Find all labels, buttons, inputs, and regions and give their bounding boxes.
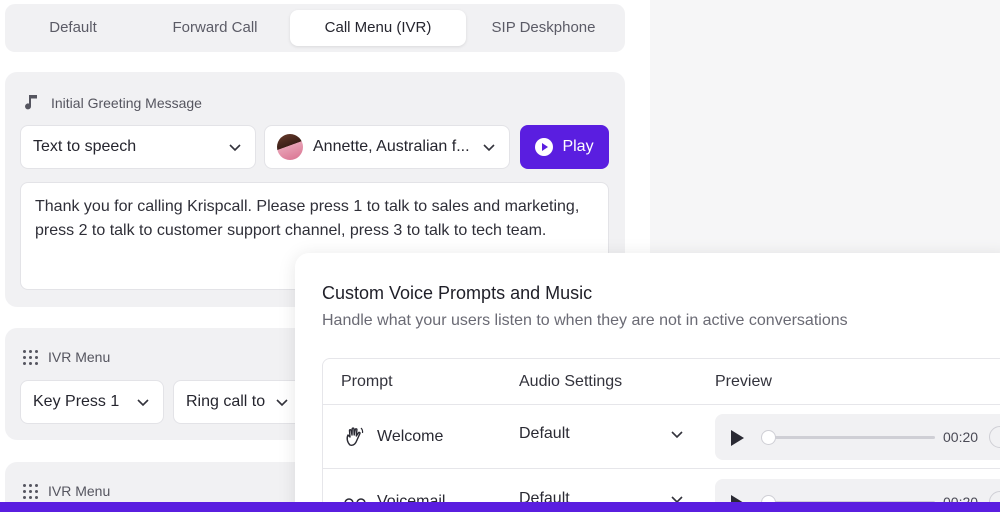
column-header-prompt: Prompt [341, 373, 393, 390]
waving-hand-icon [346, 427, 364, 446]
audio-progress-knob[interactable] [761, 430, 776, 445]
drag-handle-icon[interactable] [23, 349, 38, 365]
play-label: Play [562, 138, 594, 155]
column-header-audio-settings: Audio Settings [519, 373, 623, 390]
table-header: Prompt Audio Settings Preview [323, 359, 1000, 405]
voice-select[interactable]: Annette, Australian f... [264, 125, 510, 169]
chevron-down-icon [229, 144, 241, 152]
routing-tabs: Default Forward Call Call Menu (IVR) SIP… [5, 4, 625, 52]
audio-duration: 00:20 [943, 429, 979, 445]
drag-handle-icon[interactable] [23, 483, 38, 499]
ivr-menu-title: IVR Menu [48, 349, 111, 365]
audio-setting-select[interactable]: Default [519, 425, 685, 443]
panel-subtitle: Handle what your users listen to when th… [322, 312, 848, 329]
tab-forward-call[interactable]: Forward Call [145, 10, 285, 46]
ivr-menu-title: IVR Menu [48, 483, 111, 499]
chevron-down-icon [671, 431, 683, 439]
greeting-title: Initial Greeting Message [51, 95, 202, 111]
chevron-down-icon [483, 144, 495, 152]
audio-progress-track[interactable] [761, 430, 935, 445]
key-press-value: Key Press 1 [33, 393, 120, 410]
ivr-menu-header: IVR Menu [23, 483, 110, 499]
more-options-icon[interactable] [989, 426, 1000, 448]
prompts-table: Prompt Audio Settings Preview Welcome De… [322, 358, 1000, 512]
panel-title: Custom Voice Prompts and Music [322, 283, 593, 303]
key-press-select[interactable]: Key Press 1 [20, 380, 164, 424]
prompt-cell: Welcome [343, 425, 443, 449]
accent-bar [0, 502, 1000, 512]
custom-voice-prompts-panel: Custom Voice Prompts and Music Handle wh… [295, 253, 1000, 512]
chevron-down-icon [276, 399, 288, 407]
play-icon[interactable] [731, 430, 744, 446]
ivr-action-select[interactable]: Ring call to [173, 380, 303, 424]
tab-sip-deskphone[interactable]: SIP Deskphone [471, 10, 616, 46]
greeting-mode-value: Text to speech [33, 138, 137, 155]
music-note-icon [25, 95, 37, 110]
tab-default[interactable]: Default [11, 10, 135, 46]
play-circle-icon [535, 138, 554, 156]
play-button[interactable]: Play [520, 125, 609, 169]
audio-preview-player: 00:20 [715, 414, 1000, 460]
ivr-menu-header: IVR Menu [23, 349, 110, 365]
ivr-action-value: Ring call to [186, 393, 266, 410]
column-header-preview: Preview [715, 373, 772, 390]
prompt-name: Welcome [377, 428, 444, 445]
tab-call-menu-ivr[interactable]: Call Menu (IVR) [290, 10, 466, 46]
greeting-mode-select[interactable]: Text to speech [20, 125, 256, 169]
voice-value: Annette, Australian f... [313, 138, 470, 155]
audio-setting-value: Default [519, 425, 570, 442]
chevron-down-icon [137, 399, 149, 407]
table-row: Welcome Default 00:20 [323, 405, 1000, 469]
voice-avatar [277, 134, 303, 160]
greeting-header: Initial Greeting Message [23, 94, 202, 112]
